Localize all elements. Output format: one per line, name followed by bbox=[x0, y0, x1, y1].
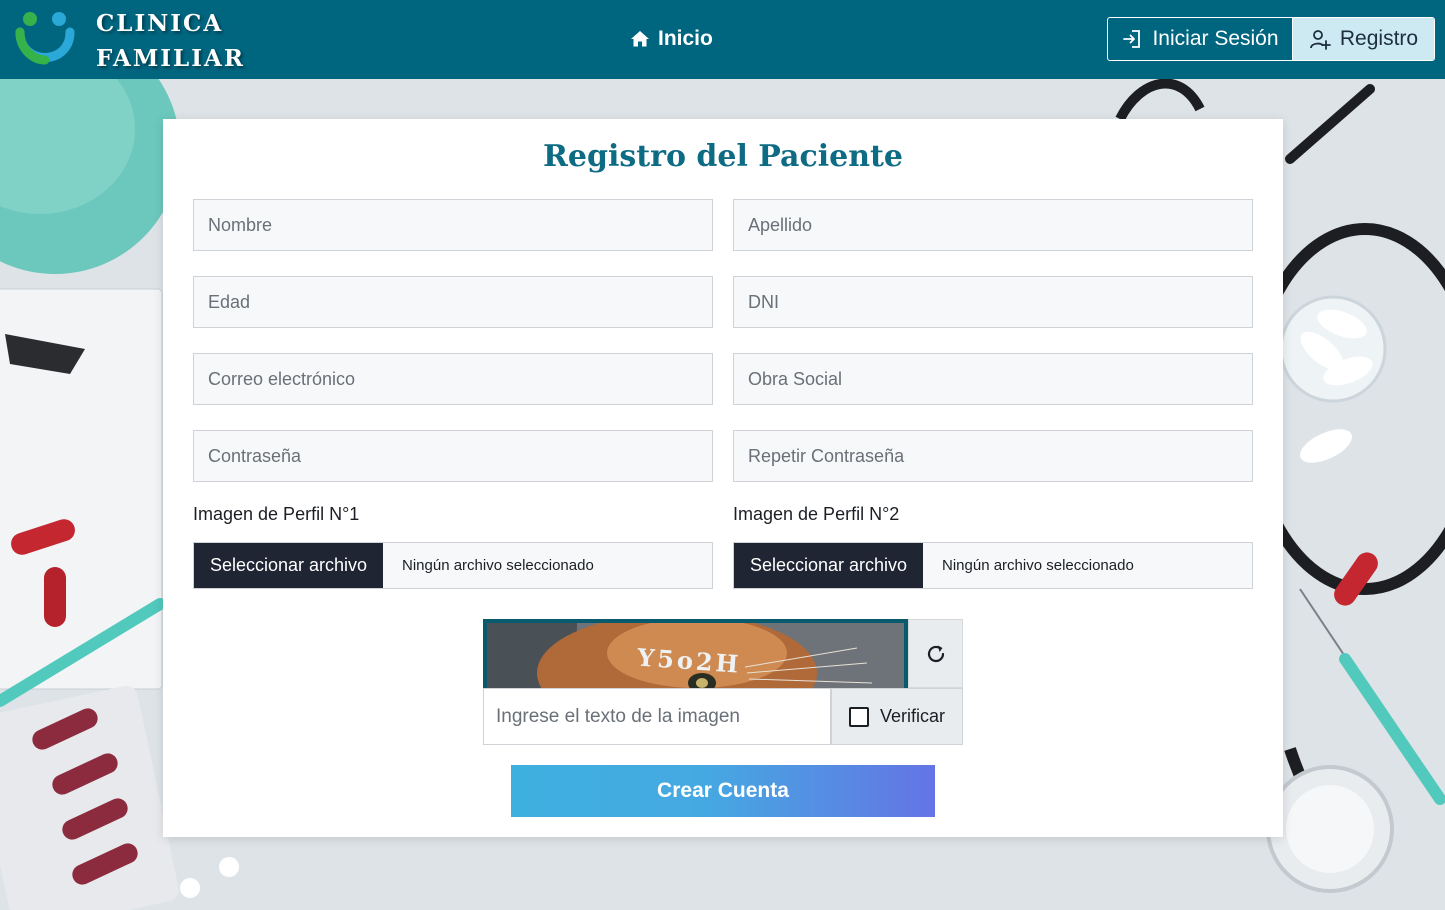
edad-input[interactable] bbox=[193, 276, 713, 328]
user-plus-icon bbox=[1309, 30, 1331, 50]
smile-logo-icon[interactable] bbox=[14, 10, 76, 68]
create-account-button[interactable]: Crear Cuenta bbox=[511, 765, 935, 817]
page-title: Registro del Paciente bbox=[543, 139, 903, 174]
profile-image-2-select-button[interactable]: Seleccionar archivo bbox=[734, 543, 923, 588]
password-input[interactable] bbox=[193, 430, 713, 482]
profile-image-2-status: Ningún archivo seleccionado bbox=[942, 557, 1134, 574]
profile-image-1-label: Imagen de Perfil N°1 bbox=[193, 504, 360, 524]
register-label: Registro bbox=[1339, 27, 1419, 50]
nav-home-link[interactable]: Inicio bbox=[630, 26, 713, 52]
captcha-text-input[interactable] bbox=[483, 688, 831, 745]
profile-image-1-status: Ningún archivo seleccionado bbox=[402, 557, 594, 574]
profile-image-1-input[interactable]: Seleccionar archivo Ningún archivo selec… bbox=[193, 542, 713, 589]
captcha-verify-checkbox[interactable]: Verificar bbox=[831, 688, 963, 745]
email-input[interactable] bbox=[193, 353, 713, 405]
captcha-image: Y5o2H bbox=[483, 619, 908, 688]
login-button[interactable]: Iniciar Sesión bbox=[1108, 18, 1293, 60]
profile-image-1-select-button[interactable]: Seleccionar archivo bbox=[194, 543, 383, 588]
top-navbar: CLINICA FAMILIAR Inicio Iniciar Sesión R… bbox=[0, 0, 1445, 79]
verify-checkbox-box[interactable] bbox=[849, 706, 869, 727]
login-icon bbox=[1123, 30, 1141, 48]
brand-line-2: FAMILIAR bbox=[96, 45, 245, 72]
register-button[interactable]: Registro bbox=[1293, 18, 1434, 60]
apellido-input[interactable] bbox=[733, 199, 1253, 251]
brand-name[interactable]: CLINICA FAMILIAR bbox=[96, 6, 245, 76]
password-repeat-input[interactable] bbox=[733, 430, 1253, 482]
profile-image-2-input[interactable]: Seleccionar archivo Ningún archivo selec… bbox=[733, 542, 1253, 589]
login-label: Iniciar Sesión bbox=[1152, 27, 1279, 50]
nombre-input[interactable] bbox=[193, 199, 713, 251]
auth-button-group: Iniciar Sesión Registro bbox=[1107, 17, 1435, 61]
registration-card: Registro del Paciente Imagen de Perfil N… bbox=[163, 119, 1283, 837]
dni-input[interactable] bbox=[733, 276, 1253, 328]
brand-line-1: CLINICA bbox=[96, 10, 224, 37]
home-icon bbox=[631, 31, 649, 47]
obra-social-input[interactable] bbox=[733, 353, 1253, 405]
captcha-refresh-button[interactable] bbox=[908, 619, 963, 688]
verify-label: Verificar bbox=[880, 706, 946, 726]
refresh-icon bbox=[927, 645, 944, 662]
profile-image-2-label: Imagen de Perfil N°2 bbox=[733, 504, 900, 524]
captcha-cat-picture: Y5o2H bbox=[487, 623, 904, 688]
nav-home-label: Inicio bbox=[658, 27, 713, 50]
